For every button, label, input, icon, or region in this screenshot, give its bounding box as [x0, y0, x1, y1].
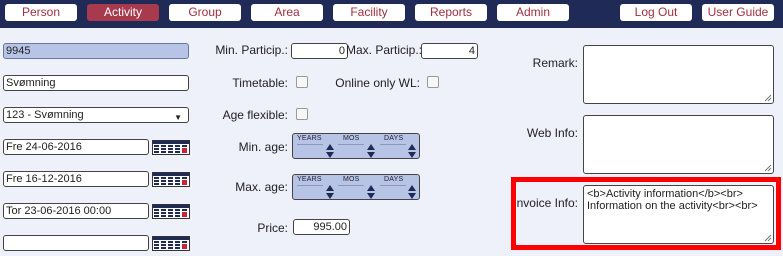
min-particip-label: Min. Particip.:	[215, 43, 288, 57]
timetable-label: Timetable:	[232, 76, 288, 90]
max-particip-label: Max. Particip.:	[346, 43, 423, 57]
years-header: YEARS	[297, 135, 322, 142]
activity-name-input[interactable]: Svømning	[3, 75, 189, 91]
min-age-label: Min. age:	[238, 140, 288, 154]
spinner-icon[interactable]	[325, 184, 335, 200]
logout-button[interactable]: Log Out	[620, 4, 692, 21]
nav-person-button[interactable]: Person	[5, 4, 77, 21]
months-field[interactable]	[338, 144, 364, 157]
calendar-button-icon[interactable]	[152, 204, 190, 219]
resize-grip-icon[interactable]	[764, 94, 772, 102]
months-field[interactable]	[338, 185, 364, 198]
remark-label: Remark:	[532, 56, 578, 70]
years-header: YEARS	[297, 176, 322, 183]
nav-activity-button[interactable]: Activity	[87, 4, 159, 21]
years-field[interactable]	[297, 185, 323, 198]
spinner-icon[interactable]	[407, 184, 417, 200]
price-label: Price:	[257, 221, 288, 235]
max-age-label: Max. age:	[235, 180, 288, 194]
dropdown-arrow-icon: ▼	[174, 113, 182, 122]
calendar-button-icon[interactable]	[152, 236, 190, 251]
empty-date-input[interactable]	[3, 235, 149, 251]
top-navigation-bar: Person Activity Group Area Facility Repo…	[0, 0, 783, 28]
nav-area-button[interactable]: Area	[251, 4, 323, 21]
activity-type-value: 123 - Svømning	[6, 109, 84, 121]
age-flexible-label: Age flexible:	[222, 108, 288, 122]
price-input[interactable]: 995.00	[293, 219, 350, 235]
webinfo-textarea[interactable]	[583, 115, 774, 174]
spinner-icon[interactable]	[407, 143, 417, 159]
months-header: MOS	[343, 135, 360, 142]
spinner-icon[interactable]	[325, 143, 335, 159]
nav-reports-button[interactable]: Reports	[415, 4, 487, 21]
max-particip-input[interactable]: 4	[421, 43, 478, 59]
min-particip-input[interactable]: 0	[291, 43, 348, 59]
datetime-input[interactable]: Tor 23-06-2016 00:00	[3, 203, 149, 219]
nav-admin-button[interactable]: Admin	[497, 4, 569, 21]
days-field[interactable]	[380, 144, 406, 157]
user-guide-button[interactable]: User Guide	[702, 4, 774, 21]
start-date-input[interactable]: Fre 24-06-2016	[3, 139, 149, 155]
activity-id-field: 9945	[3, 43, 189, 59]
spinner-icon[interactable]	[366, 143, 376, 159]
calendar-button-icon[interactable]	[152, 172, 190, 187]
spinner-icon[interactable]	[366, 184, 376, 200]
min-age-duration-picker[interactable]: YEARS MOS DAYS	[292, 133, 420, 159]
years-field[interactable]	[297, 144, 323, 157]
days-header: DAYS	[384, 176, 404, 183]
days-field[interactable]	[380, 185, 406, 198]
calendar-button-icon[interactable]	[152, 140, 190, 155]
end-date-input[interactable]: Fre 16-12-2016	[3, 171, 149, 187]
months-header: MOS	[343, 176, 360, 183]
age-flexible-checkbox[interactable]	[296, 108, 308, 120]
nav-facility-button[interactable]: Facility	[333, 4, 405, 21]
timetable-checkbox[interactable]	[296, 76, 308, 88]
days-header: DAYS	[384, 135, 404, 142]
remark-textarea[interactable]	[583, 45, 774, 104]
invoice-info-highlight-box	[511, 177, 781, 250]
activity-type-select[interactable]: 123 - Svømning ▼	[3, 107, 189, 123]
online-wl-label: Online only WL:	[335, 76, 420, 90]
resize-grip-icon[interactable]	[764, 164, 772, 172]
webinfo-label: Web Info:	[526, 126, 578, 140]
online-wl-checkbox[interactable]	[427, 76, 439, 88]
max-age-duration-picker[interactable]: YEARS MOS DAYS	[292, 174, 420, 200]
nav-group-button[interactable]: Group	[169, 4, 241, 21]
